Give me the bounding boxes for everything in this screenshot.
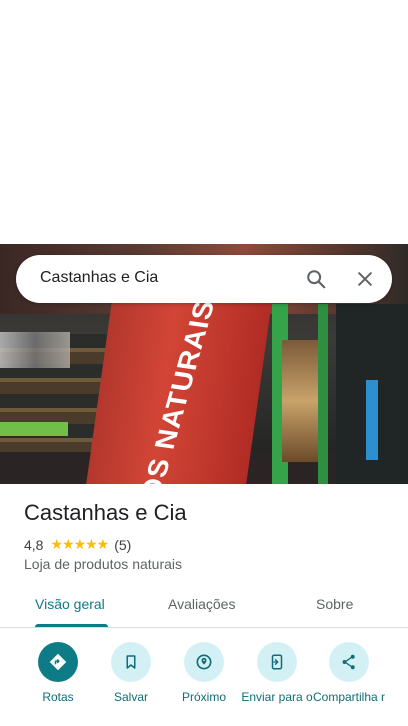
directions-button[interactable]: Rotas [18, 642, 98, 704]
tab-bar: Visão geral Avaliações Sobre [0, 586, 408, 628]
star-rating: ★★★★★ [50, 536, 109, 552]
nearby-label: Próximo [181, 690, 226, 704]
rating-value: 4,8 [24, 536, 44, 553]
map-blank-area [0, 0, 408, 244]
directions-label: Rotas [42, 690, 74, 704]
share-button[interactable]: Compartilha r [309, 642, 389, 704]
send-to-phone-icon [257, 642, 297, 682]
review-count: (5) [114, 536, 132, 553]
search-bar[interactable]: Castanhas e Cia [16, 255, 392, 303]
share-label: Compartilha r [312, 690, 386, 704]
bookmark-icon [111, 642, 151, 682]
banner-text: OS NATURAIS [134, 297, 221, 484]
save-label: Salvar [113, 690, 148, 704]
tab-about[interactable]: Sobre [316, 596, 353, 612]
tab-overview[interactable]: Visão geral [35, 596, 105, 612]
nearby-icon [184, 642, 224, 682]
save-button[interactable]: Salvar [91, 642, 171, 704]
nearby-button[interactable]: Próximo [164, 642, 244, 704]
rating-row[interactable]: 4,8 ★★★★★ (5) [24, 536, 131, 553]
place-category: Loja de produtos naturais [24, 556, 182, 572]
place-title: Castanhas e Cia [24, 500, 187, 525]
send-to-phone-button[interactable]: Enviar para o [237, 642, 317, 704]
close-icon[interactable] [351, 265, 379, 293]
store-banner: OS NATURAIS [81, 280, 275, 484]
directions-icon [38, 642, 78, 682]
send-to-phone-label: Enviar para o [241, 690, 313, 704]
search-input[interactable]: Castanhas e Cia [40, 269, 158, 287]
search-icon[interactable] [302, 265, 330, 293]
tab-reviews[interactable]: Avaliações [168, 596, 235, 612]
active-tab-indicator [35, 624, 108, 627]
share-icon [329, 642, 369, 682]
